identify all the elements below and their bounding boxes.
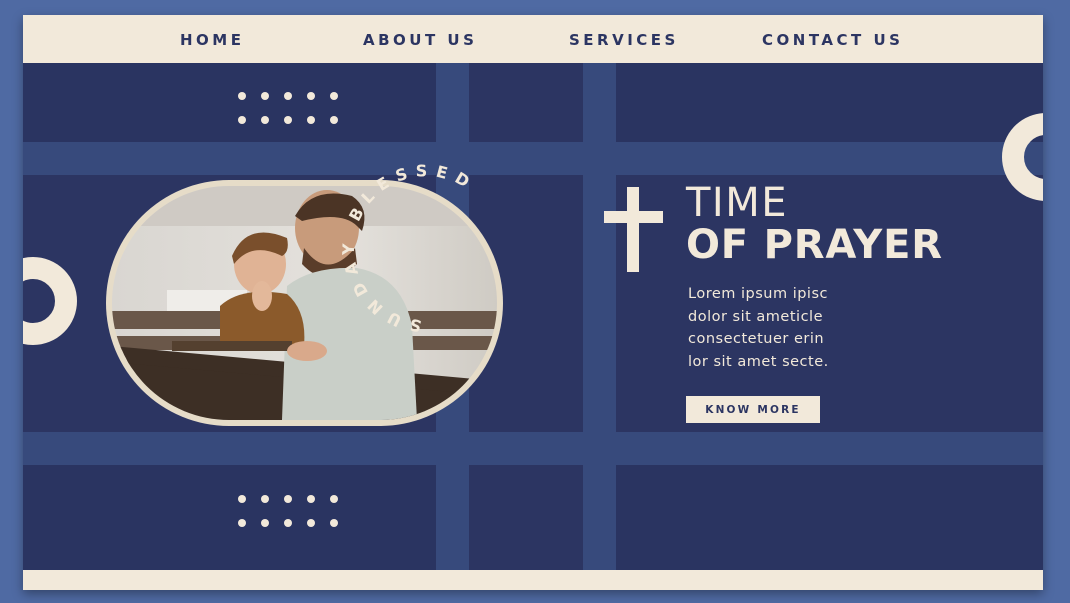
know-more-button[interactable]: KNOW MORE <box>686 396 820 423</box>
hero-title-line-2: OF PRAYER <box>686 222 943 268</box>
hero-body-text: Lorem ipsum ipisc dolor sit ameticle con… <box>688 286 829 370</box>
circular-text-badge: SUNDAY BLESSED <box>339 161 480 335</box>
circular-text: SUNDAY BLESSED <box>339 161 480 335</box>
page-canvas: HOME ABOUT US SERVICES CONTACT US SUNDAY… <box>23 15 1043 590</box>
hero-title-line-1: TIME <box>686 180 789 226</box>
footer-bar <box>23 570 1043 590</box>
